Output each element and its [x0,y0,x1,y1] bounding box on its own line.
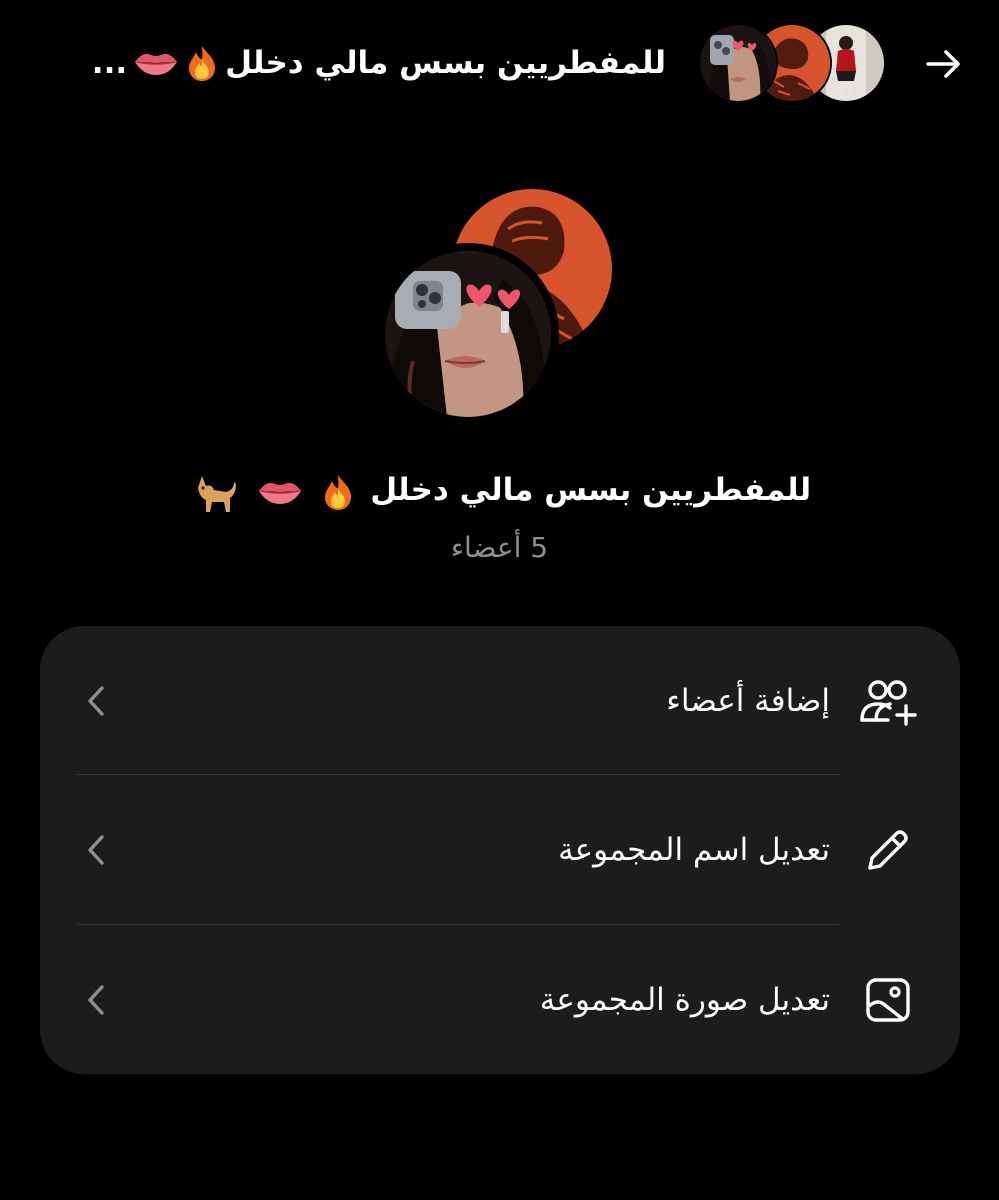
pencil-icon [858,820,918,880]
chevron-left-icon [80,681,112,721]
edit-group-photo-row[interactable]: تعديل صورة المجموعة [40,925,960,1074]
image-icon [858,970,918,1030]
add-members-label: إضافة أعضاء [666,682,830,719]
arrow-right-icon [926,50,960,78]
group-name: للمفطريين بسس مالي دخلل [0,465,999,515]
group-avatar[interactable] [385,185,615,420]
add-members-icon [858,671,918,731]
back-button[interactable] [918,38,970,90]
top-header: للمفطريين بسس مالي دخلل ... [0,0,999,125]
members-count: 5 أعضاء [450,531,549,564]
member-avatar-1 [700,25,776,101]
header-title-text: للمفطريين بسس مالي دخلل [225,45,666,81]
fire-emoji [189,46,216,81]
group-settings-card: إضافة أعضاء تعديل اسم المجموعة تعديل صور… [40,626,960,1074]
add-members-row[interactable]: إضافة أعضاء [40,626,960,775]
header-title[interactable]: للمفطريين بسس مالي دخلل ... [92,38,666,88]
lips-emoji [258,482,301,504]
fire-emoji [325,474,352,510]
edit-group-photo-label: تعديل صورة المجموعة [539,981,830,1018]
chevron-left-icon [80,830,112,870]
edit-group-name-label: تعديل اسم المجموعة [558,831,830,868]
header-title-ellipsis: ... [91,45,128,81]
group-avatar-primary [385,251,551,417]
group-name-text: للمفطريين بسس مالي دخلل [370,472,812,508]
dog-emoji [195,475,236,512]
edit-group-name-row[interactable]: تعديل اسم المجموعة [40,775,960,924]
chevron-left-icon [80,980,112,1020]
header-avatar-stack[interactable] [700,25,890,101]
lips-emoji [135,53,178,75]
